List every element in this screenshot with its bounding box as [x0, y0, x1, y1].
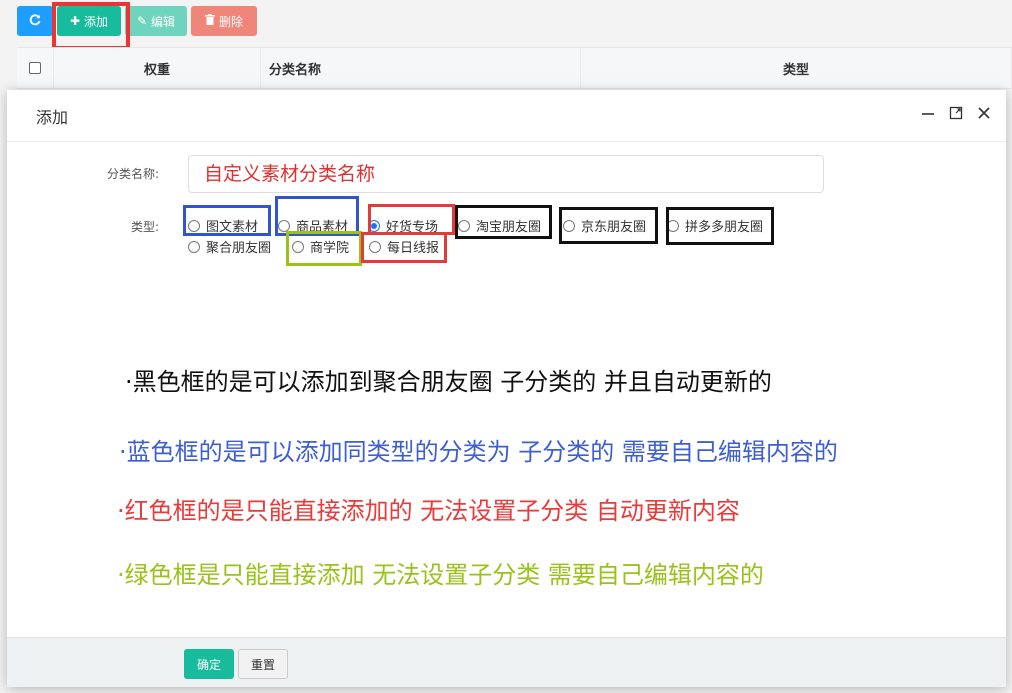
blue-box-shangpin — [275, 196, 359, 236]
table-header: 权重 分类名称 类型 — [17, 47, 1012, 89]
add-button-highlight-box — [52, 2, 130, 50]
edit-button-label: 编辑 — [151, 14, 176, 29]
note-green: ·绿色框是只能直接添加 无法设置子分类 需要自己编辑内容的 — [117, 561, 764, 589]
add-dialog: 添加 分类名称: 自定义素材分类名称 类型: 图文素材 商品素材 好货专场 淘宝… — [7, 90, 1006, 687]
red-box-meiri — [361, 232, 447, 263]
note-red: ·红色框的是只能直接添加的 无法设置子分类 自动更新内容 — [117, 497, 740, 525]
dialog-title: 添加 — [36, 107, 69, 127]
delete-button-label: 删除 — [218, 14, 243, 29]
radio-juhe[interactable]: 聚合朋友圈 — [188, 237, 271, 256]
refresh-button[interactable] — [17, 6, 53, 36]
reset-button[interactable]: 重置 — [238, 649, 288, 679]
close-icon[interactable] — [976, 105, 992, 121]
header-weight[interactable]: 权重 — [54, 48, 261, 88]
dialog-header: 添加 — [7, 90, 1006, 142]
green-box-shangxueyuan — [286, 231, 362, 266]
pencil-icon: ✎ — [136, 14, 148, 28]
refresh-icon — [29, 13, 41, 29]
delete-button[interactable]: 删除 — [191, 6, 257, 36]
dialog-footer: 确定 重置 — [7, 637, 1006, 687]
trash-icon — [204, 14, 215, 28]
note-blue: ·蓝色框的是可以添加同类型的分类为 子分类的 需要自己编辑内容的 — [119, 438, 838, 466]
confirm-button[interactable]: 确定 — [184, 649, 234, 679]
edit-button[interactable]: ✎ 编辑 — [125, 6, 187, 36]
minimize-icon[interactable] — [920, 105, 936, 121]
select-all-checkbox[interactable] — [17, 48, 54, 88]
maximize-icon[interactable] — [948, 105, 964, 121]
radio-label: 聚合朋友圈 — [206, 241, 272, 256]
category-name-input[interactable]: 自定义素材分类名称 — [188, 155, 824, 193]
window-controls — [920, 105, 992, 121]
category-name-label: 分类名称: — [106, 167, 159, 181]
red-box-haohuo — [368, 204, 455, 235]
type-label: 类型: — [130, 220, 159, 234]
header-type[interactable]: 类型 — [581, 48, 1012, 88]
black-box-pinduoduo — [666, 207, 774, 245]
black-box-jingdong — [559, 207, 658, 244]
blue-box-tuwen — [183, 205, 271, 236]
black-box-taobao — [455, 205, 552, 239]
radio-circle[interactable] — [188, 240, 200, 253]
note-black: ·黑色框的是可以添加到聚合朋友圈 子分类的 并且自动更新的 — [125, 368, 772, 396]
header-category-name[interactable]: 分类名称 — [261, 48, 581, 88]
